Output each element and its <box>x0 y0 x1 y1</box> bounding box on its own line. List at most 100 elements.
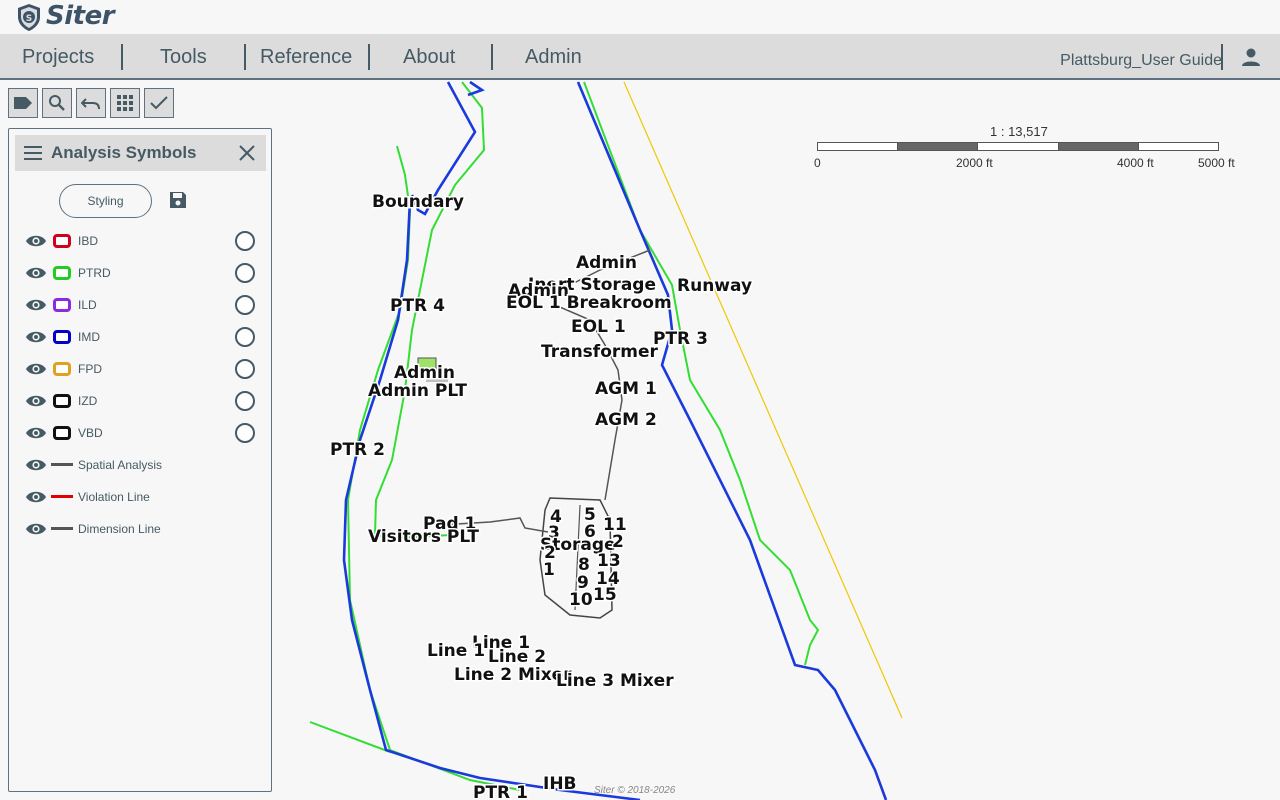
visibility-eye-icon[interactable] <box>25 521 47 537</box>
styling-button[interactable]: Styling <box>59 184 152 218</box>
menu-icon[interactable] <box>24 145 42 161</box>
scale-label: 4000 ft <box>1117 156 1154 170</box>
line-color-swatch <box>51 527 73 530</box>
nav-projects[interactable]: Projects <box>22 34 94 78</box>
scale-segment <box>1139 143 1218 150</box>
nav-divider <box>1221 44 1223 70</box>
layer-row: Violation Line <box>23 485 263 509</box>
map-label: Boundary <box>372 192 464 212</box>
layer-select-radio[interactable] <box>235 423 255 443</box>
visibility-eye-icon[interactable] <box>25 329 47 345</box>
scale-segment <box>818 143 899 150</box>
map-label: PTR 4 <box>390 296 445 316</box>
layer-select-radio[interactable] <box>235 295 255 315</box>
undo-tool-button[interactable] <box>76 88 106 118</box>
map-toolbar <box>8 88 174 118</box>
map-label: IHB <box>543 774 577 794</box>
map-label: PTR 1 <box>473 783 528 800</box>
map-label: Visitors PLT <box>368 527 479 547</box>
layer-name: FPD <box>78 362 102 376</box>
layer-select-radio[interactable] <box>235 263 255 283</box>
zone-color-swatch <box>53 330 71 344</box>
app-name: Siter <box>46 1 115 31</box>
scale-bar: 1 : 13,517 0 2000 ft 4000 ft 5000 ft <box>812 124 1252 174</box>
visibility-eye-icon[interactable] <box>25 489 47 505</box>
zone-color-swatch <box>53 394 71 408</box>
layer-row: IBD <box>23 229 263 253</box>
scale-segment <box>1058 143 1139 150</box>
scale-bar-graphic <box>817 142 1219 151</box>
user-guide-link[interactable]: Plattsburg_User Guide <box>1060 34 1222 78</box>
line-color-swatch <box>51 495 73 498</box>
visibility-eye-icon[interactable] <box>25 425 47 441</box>
search-tool-button[interactable] <box>42 88 72 118</box>
layer-name: PTRD <box>78 266 111 280</box>
nav-tools[interactable]: Tools <box>160 34 207 78</box>
layer-select-radio[interactable] <box>235 231 255 251</box>
analysis-symbols-panel: Analysis Symbols Styling IBD PTRD ILD IMD FP… <box>8 128 272 792</box>
map-label: EOL 1 <box>571 317 626 337</box>
visibility-eye-icon[interactable] <box>25 457 47 473</box>
tag-icon <box>14 97 32 109</box>
scale-ratio: 1 : 13,517 <box>990 124 1048 139</box>
layer-select-radio[interactable] <box>235 391 255 411</box>
map-label: PTR 3 <box>653 329 708 349</box>
grid-icon <box>117 95 133 111</box>
zone-color-swatch <box>53 234 71 248</box>
layer-row: Spatial Analysis <box>23 453 263 477</box>
label-tool-button[interactable] <box>8 88 38 118</box>
check-icon <box>150 96 168 110</box>
layer-row: Dimension Line <box>23 517 263 541</box>
imd-boundary <box>467 80 485 97</box>
visibility-eye-icon[interactable] <box>25 297 47 313</box>
layer-select-radio[interactable] <box>235 327 255 347</box>
layer-name: IMD <box>78 330 100 344</box>
grid-tool-button[interactable] <box>110 88 140 118</box>
close-icon[interactable] <box>238 144 256 162</box>
map-label: Line 2 <box>488 647 546 667</box>
imd-boundary <box>576 81 888 800</box>
nav-admin[interactable]: Admin <box>525 34 582 78</box>
layer-row: IMD <box>23 325 263 349</box>
map-label: Admin PLT <box>368 381 467 401</box>
visibility-eye-icon[interactable] <box>25 265 47 281</box>
map-label: PTR 2 <box>330 440 385 460</box>
undo-icon <box>81 98 100 110</box>
ptrd-boundary <box>309 721 391 753</box>
nav-reference[interactable]: Reference <box>260 34 352 78</box>
layer-name: ILD <box>78 298 97 312</box>
layer-row: VBD <box>23 421 263 445</box>
zone-color-swatch <box>53 266 71 280</box>
search-icon <box>49 95 65 111</box>
nav-about[interactable]: About <box>403 34 455 78</box>
map-label: 1 <box>543 560 555 580</box>
map-label: Line 1 <box>427 641 485 661</box>
nav-divider <box>244 44 246 70</box>
map-label: 15 <box>593 585 617 605</box>
map-label: Line 2 Mixer <box>454 665 572 685</box>
layer-name: Violation Line <box>78 490 150 504</box>
main-navbar: Projects Tools Reference About Admin Pla… <box>0 34 1280 80</box>
visibility-eye-icon[interactable] <box>25 393 47 409</box>
visibility-eye-icon[interactable] <box>25 233 47 249</box>
siter-logo-icon: S <box>18 4 40 31</box>
nav-divider <box>121 44 123 70</box>
map-label: 8 <box>578 555 590 575</box>
nav-divider <box>368 44 370 70</box>
layer-name: Spatial Analysis <box>78 458 163 472</box>
layer-row: IZD <box>23 389 263 413</box>
scale-label: 2000 ft <box>956 156 993 170</box>
top-bar: S Siter <box>0 0 1280 34</box>
layer-select-radio[interactable] <box>235 359 255 379</box>
user-account-icon[interactable] <box>1240 46 1262 68</box>
map-label: 2 <box>612 532 624 552</box>
layer-name: IZD <box>78 394 98 408</box>
save-icon[interactable] <box>168 190 188 210</box>
check-tool-button[interactable] <box>144 88 174 118</box>
layer-row: FPD <box>23 357 263 381</box>
layer-name: VBD <box>78 426 103 440</box>
visibility-eye-icon[interactable] <box>25 361 47 377</box>
copyright-footer: Siter © 2018-2026 <box>594 785 676 796</box>
map-label: 10 <box>569 590 593 610</box>
layer-name: IBD <box>78 234 99 248</box>
